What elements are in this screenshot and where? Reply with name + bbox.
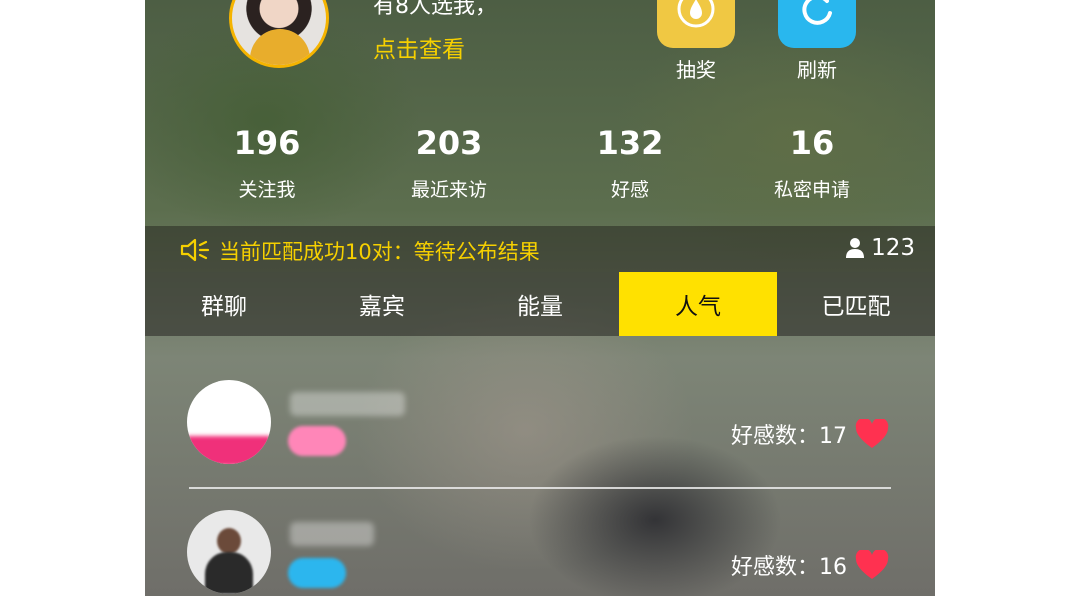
refresh-label[interactable]: 刷新	[777, 54, 857, 83]
tab-popularity[interactable]: 人气	[619, 272, 777, 336]
tab-matched[interactable]: 已匹配	[777, 272, 935, 336]
lottery-drop-icon	[677, 0, 715, 28]
stat-followers-label[interactable]: 关注我	[187, 175, 347, 202]
user-icon	[846, 238, 865, 258]
likes-count-text: 好感数：16	[731, 555, 847, 580]
lottery-label[interactable]: 抽奖	[656, 54, 736, 83]
refresh-icon	[802, 0, 832, 25]
app-screen: 有8人选我， 点击查看 抽奖 刷新 196 关注我 203 最近来访 132 好…	[145, 0, 935, 596]
speaker-icon	[180, 238, 210, 262]
view-visitors-link[interactable]: 点击查看	[373, 30, 465, 64]
list-item-name-blurred	[290, 522, 374, 546]
list-item-name-blurred	[290, 392, 405, 416]
list-divider	[189, 487, 891, 489]
visitor-text: 有8人选我，	[373, 0, 497, 19]
heart-icon[interactable]	[855, 419, 889, 449]
online-count: 123	[845, 235, 915, 261]
likes-count-text: 好感数：17	[731, 424, 847, 449]
online-count-value: 123	[871, 235, 915, 261]
featured-avatar[interactable]	[229, 0, 329, 68]
tab-guests[interactable]: 嘉宾	[303, 272, 461, 336]
lottery-button[interactable]	[657, 0, 735, 48]
stat-likes-label[interactable]: 好感	[550, 175, 710, 202]
list-item-avatar[interactable]	[187, 380, 271, 464]
tab-group-chat[interactable]: 群聊	[145, 272, 303, 336]
stat-likes-value[interactable]: 132	[550, 124, 710, 162]
list-item-badge	[288, 558, 346, 588]
avatar-shirt	[250, 29, 310, 65]
stat-visitors-value[interactable]: 203	[369, 124, 529, 162]
tab-energy[interactable]: 能量	[461, 272, 619, 336]
list-item-likes: 好感数：16	[731, 549, 889, 581]
stat-visitors-label[interactable]: 最近来访	[369, 175, 529, 202]
list-item-badge	[288, 426, 346, 456]
match-notice-text: 当前匹配成功10对：等待公布结果	[219, 240, 540, 264]
list-item-likes: 好感数：17	[731, 418, 889, 450]
list-item-avatar[interactable]	[187, 510, 271, 594]
refresh-button[interactable]	[778, 0, 856, 48]
stat-followers-value[interactable]: 196	[187, 124, 347, 162]
notice-bar: 当前匹配成功10对：等待公布结果 123	[145, 226, 935, 272]
tab-bar: 群聊 嘉宾 能量 人气 已匹配	[145, 272, 935, 336]
heart-icon[interactable]	[855, 550, 889, 580]
stat-private-value[interactable]: 16	[732, 124, 892, 162]
stat-private-label[interactable]: 私密申请	[732, 175, 892, 202]
